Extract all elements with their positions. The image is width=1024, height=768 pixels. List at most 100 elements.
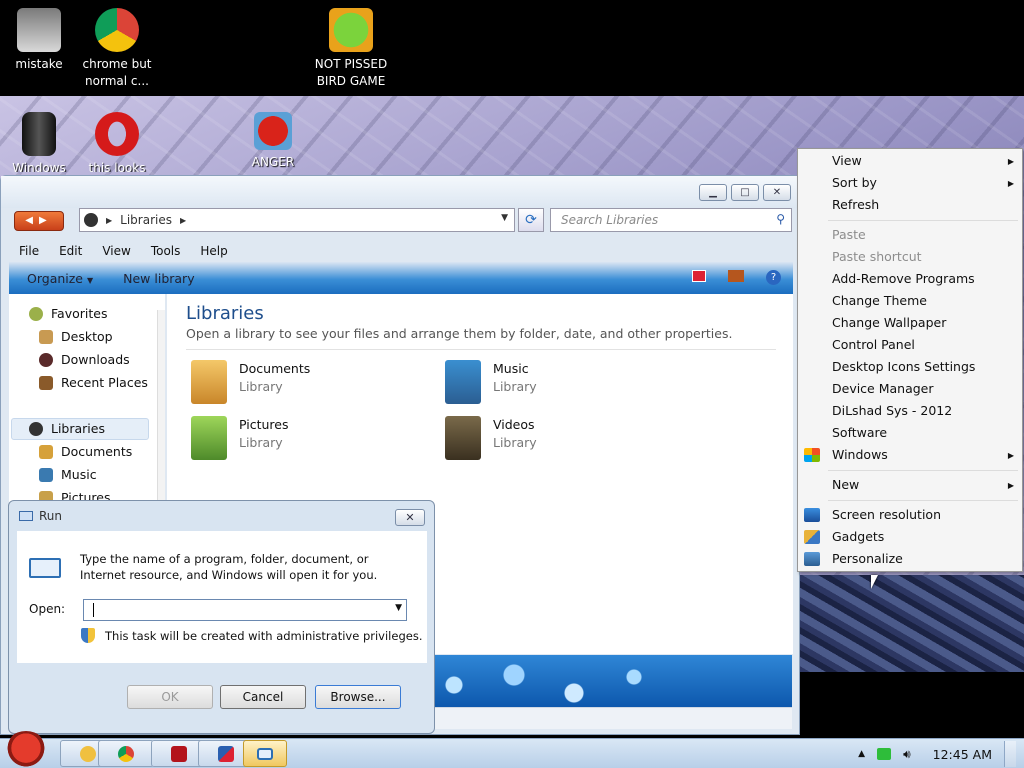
submenu-arrow-icon: ▶ xyxy=(1007,451,1014,460)
back-forward-buttons[interactable]: ◀▶ xyxy=(14,211,64,231)
menu-item-device-manager[interactable]: Device Manager xyxy=(832,381,934,396)
menu-separator xyxy=(828,220,1018,221)
menu-item-windows[interactable]: Windows xyxy=(832,447,888,462)
run-icon xyxy=(257,747,273,760)
menu-item-new[interactable]: New xyxy=(832,477,859,492)
address-dropdown-icon[interactable]: ▼ xyxy=(501,213,508,223)
address-bar[interactable]: ▶ Libraries ▶ ▼ xyxy=(79,208,515,232)
menu-item-add-remove-programs[interactable]: Add-Remove Programs xyxy=(832,271,975,286)
start-button-bird-icon[interactable] xyxy=(4,731,48,768)
menu-item-sort-by[interactable]: Sort by xyxy=(832,175,877,190)
command-bar-icons: ? xyxy=(692,270,781,285)
desktop-icon-chrome[interactable]: chrome but normal c... xyxy=(72,8,162,90)
flash-icon xyxy=(171,745,187,762)
menu-item-paste-shortcut[interactable]: Paste shortcut xyxy=(832,249,922,264)
chrome-icon xyxy=(95,8,139,52)
window-titlebar[interactable] xyxy=(1,176,799,208)
library-music[interactable]: Music Library xyxy=(445,360,537,404)
documents-library-icon xyxy=(191,360,227,404)
show-desktop-button[interactable] xyxy=(1004,741,1016,767)
browse-button[interactable]: Browse... xyxy=(315,685,401,709)
cancel-button[interactable]: Cancel xyxy=(220,685,306,709)
menu-file[interactable]: File xyxy=(19,244,39,258)
nav-documents[interactable]: Documents xyxy=(39,444,132,459)
network-icon[interactable] xyxy=(877,748,892,760)
text-caret xyxy=(93,603,94,617)
navigation-pane: Favorites Desktop Downloads Recent Place… xyxy=(9,294,165,506)
menu-item-screen-resolution[interactable]: Screen resolution xyxy=(832,507,941,522)
menu-item-change-theme[interactable]: Change Theme xyxy=(832,293,927,308)
run-title: Run xyxy=(19,509,62,523)
menu-edit[interactable]: Edit xyxy=(59,244,82,258)
close-button[interactable]: ✕ xyxy=(763,184,791,201)
submenu-arrow-icon: ▶ xyxy=(1007,157,1014,166)
menu-item-software[interactable]: Software xyxy=(832,425,887,440)
show-hidden-icons-icon[interactable]: ▲ xyxy=(858,749,865,759)
caption-buttons: ▁ □ ✕ xyxy=(699,184,791,201)
menu-item-dilshad-sys[interactable]: DiLshad Sys - 2012 xyxy=(832,403,952,418)
details-pane-decoration xyxy=(434,655,792,707)
breadcrumb-libraries[interactable]: Libraries xyxy=(120,213,172,227)
ok-button[interactable]: OK xyxy=(127,685,213,709)
menu-item-gadgets[interactable]: Gadgets xyxy=(832,529,884,544)
help-icon[interactable]: ? xyxy=(766,270,781,285)
taskbar: ▲ 🔊︎ 12:45 AM xyxy=(0,731,1024,768)
menu-item-paste[interactable]: Paste xyxy=(832,227,866,242)
menu-help[interactable]: Help xyxy=(200,244,227,258)
chrome-icon xyxy=(118,745,134,762)
desktop-folder-icon xyxy=(39,329,53,344)
windows-logo-icon xyxy=(804,448,820,462)
bin-icon xyxy=(22,112,56,156)
clock[interactable]: 12:45 AM xyxy=(933,747,992,762)
recent-places-icon xyxy=(39,375,53,390)
run-message: Type the name of a program, folder, docu… xyxy=(80,552,378,582)
refresh-button[interactable]: ⟳ xyxy=(518,208,544,232)
system-tray: ▲ 🔊︎ 12:45 AM xyxy=(858,739,1024,768)
nav-favorites[interactable]: Favorites xyxy=(29,306,107,321)
desktop-icon-this-looks[interactable]: this looks xyxy=(72,112,162,172)
minimize-button[interactable]: ▁ xyxy=(699,184,727,201)
desktop-icon-anger[interactable]: ANGER xyxy=(228,112,318,172)
nav-libraries[interactable]: Libraries xyxy=(29,421,105,436)
mouse-pointer-icon xyxy=(871,575,878,589)
divider xyxy=(186,349,776,350)
menu-item-view[interactable]: View xyxy=(832,153,862,168)
opera-icon xyxy=(95,112,139,156)
menu-item-personalize[interactable]: Personalize xyxy=(832,551,903,566)
command-bar: Organize ▼ New library ? xyxy=(9,262,793,294)
menu-view[interactable]: View xyxy=(102,244,130,258)
menu-tools[interactable]: Tools xyxy=(151,244,181,258)
nav-recent-places[interactable]: Recent Places xyxy=(39,375,148,390)
nav-music[interactable]: Music xyxy=(39,467,97,482)
desktop-icon-bird-game[interactable]: NOT PISSED BIRD GAME xyxy=(306,8,396,90)
taskbar-chrome[interactable] xyxy=(98,740,154,767)
music-icon xyxy=(39,467,53,482)
open-dropdown-icon[interactable]: ▼ xyxy=(395,603,402,613)
run-close-button[interactable]: ✕ xyxy=(395,509,425,526)
preview-pane-icon[interactable] xyxy=(728,270,744,282)
new-library-button[interactable]: New library xyxy=(123,271,194,286)
search-input[interactable]: Search Libraries ⚲ xyxy=(550,208,792,232)
menu-item-change-wallpaper[interactable]: Change Wallpaper xyxy=(832,315,946,330)
nav-desktop[interactable]: Desktop xyxy=(39,329,113,344)
library-documents[interactable]: Documents Library xyxy=(191,360,310,404)
volume-icon[interactable]: 🔊︎ xyxy=(903,747,911,762)
run-dialog[interactable]: Run ✕ Type the name of a program, folder… xyxy=(8,500,435,734)
videos-library-icon xyxy=(445,416,481,460)
menu-item-desktop-icons-settings[interactable]: Desktop Icons Settings xyxy=(832,359,975,374)
view-options-icon[interactable] xyxy=(692,270,706,282)
library-videos[interactable]: Videos Library xyxy=(445,416,537,460)
maximize-button[interactable]: □ xyxy=(731,184,759,201)
taskbar-run[interactable] xyxy=(243,740,287,767)
library-pictures[interactable]: Pictures Library xyxy=(191,416,289,460)
nav-scrollbar[interactable] xyxy=(157,310,165,506)
menu-item-control-panel[interactable]: Control Panel xyxy=(832,337,915,352)
open-input[interactable]: ▼ xyxy=(83,599,407,621)
page-title: Libraries xyxy=(186,303,264,324)
run-body: Type the name of a program, folder, docu… xyxy=(17,531,427,663)
search-icon[interactable]: ⚲ xyxy=(776,212,785,226)
menu-item-refresh[interactable]: Refresh xyxy=(832,197,879,212)
nav-downloads[interactable]: Downloads xyxy=(39,352,130,367)
organize-button[interactable]: Organize ▼ xyxy=(27,271,93,286)
personalize-icon xyxy=(804,552,820,566)
